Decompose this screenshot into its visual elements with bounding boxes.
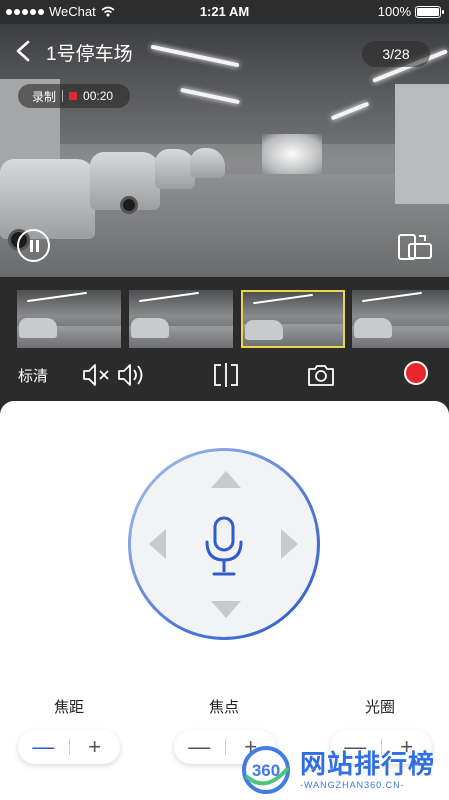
thumbnail-strip [0,277,449,351]
arrow-left-icon[interactable] [149,529,166,559]
arrow-up-icon[interactable] [211,471,241,488]
rotate-screen-icon[interactable] [397,232,433,262]
video-feed[interactable]: 1号停车场 3/28 录制 00:20 [0,24,449,277]
signal-icon [6,8,44,15]
carrier-label: WeChat [49,4,96,19]
arrow-right-icon[interactable] [281,529,298,559]
recording-badge: 录制 00:20 [18,84,130,108]
page-title: 1号停车场 [46,44,133,65]
wifi-icon [101,6,115,17]
page-counter: 3/28 [362,41,430,67]
recording-separator [62,90,64,102]
video-vanishing-light [262,134,322,174]
back-chevron-icon[interactable] [14,40,34,62]
thumbnail-selected[interactable] [241,290,345,348]
battery-percent: 100% [377,4,411,19]
pause-button[interactable] [17,229,50,262]
arrow-down-icon[interactable] [211,601,241,618]
quality-selector[interactable]: 标清 [18,365,48,386]
volume-icon[interactable] [117,361,147,389]
recording-dot-icon [69,92,78,100]
recording-label: 录制 [32,89,57,104]
camera-icon[interactable] [306,361,336,389]
ptz-control-ring[interactable] [128,448,320,640]
car-wheel [120,196,138,214]
watermark-logo-number: 360 [252,761,280,780]
focus-label: 焦点 [208,699,239,716]
thumbnail[interactable] [17,290,121,348]
status-bar: WeChat 1:21 AM 100% [0,0,449,24]
status-right: 100% [377,4,444,19]
status-left: WeChat [6,4,115,19]
aperture-label: 光圈 [364,699,395,716]
pillar [395,84,449,204]
car [0,159,95,239]
focus-minus-button[interactable]: — [174,730,225,764]
thumbnail[interactable] [352,290,449,348]
watermark-subtext: -WANGZHAN360.CN- [300,780,405,790]
ptz-control-pad [131,451,317,637]
focal-length-label: 焦距 [53,699,84,716]
focal-length-stepper: — + [18,730,120,764]
microphone-icon[interactable] [198,514,250,578]
recording-duration: 00:20 [83,89,114,103]
video-toolbar: 标清 [0,351,449,401]
battery-icon [415,5,444,18]
split-screen-icon[interactable] [211,361,241,389]
focal-length-plus-button[interactable]: + [69,730,120,764]
watermark-text: 网站排行榜 [300,749,436,779]
record-button[interactable] [404,361,428,385]
mute-icon[interactable] [82,361,112,389]
thumbnail[interactable] [129,290,233,348]
focal-length-minus-button[interactable]: — [18,730,69,764]
car [155,149,195,189]
car [190,148,225,178]
